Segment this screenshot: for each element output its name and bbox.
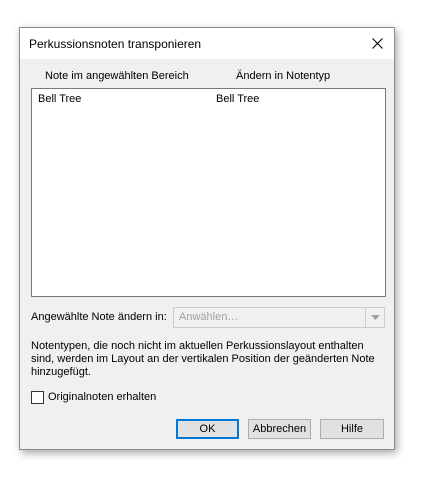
ok-button[interactable]: OK [176, 419, 239, 439]
change-to-dropdown[interactable]: Anwählen… [173, 307, 385, 328]
dialog-title: Perkussionsnoten transponieren [29, 37, 202, 51]
transpose-percussion-dialog: Perkussionsnoten transponieren Note im a… [19, 27, 395, 450]
close-icon [371, 38, 383, 49]
title-bar: Perkussionsnoten transponieren [20, 28, 394, 59]
help-button[interactable]: Hilfe [320, 419, 384, 439]
dropdown-arrow-button[interactable] [365, 308, 384, 327]
target-note-cell: Bell Tree [216, 93, 260, 105]
keep-original-checkbox[interactable] [31, 391, 44, 404]
chevron-down-icon [370, 315, 380, 320]
column-header-source: Note im angewählten Bereich [45, 70, 189, 82]
cancel-button[interactable]: Abbrechen [248, 419, 311, 439]
change-to-dropdown-value: Anwählen… [179, 311, 239, 323]
info-text: Notentypen, die noch nicht im aktuellen … [31, 340, 375, 378]
list-item[interactable]: Bell Tree Bell Tree [32, 92, 385, 107]
column-header-target: Ändern in Notentyp [236, 70, 331, 82]
source-note-cell: Bell Tree [38, 93, 82, 105]
note-mapping-list[interactable]: Bell Tree Bell Tree [31, 88, 386, 297]
keep-original-label[interactable]: Originalnoten erhalten [48, 391, 156, 403]
change-to-label: Angewählte Note ändern in: [31, 311, 167, 323]
close-button[interactable] [360, 28, 394, 59]
